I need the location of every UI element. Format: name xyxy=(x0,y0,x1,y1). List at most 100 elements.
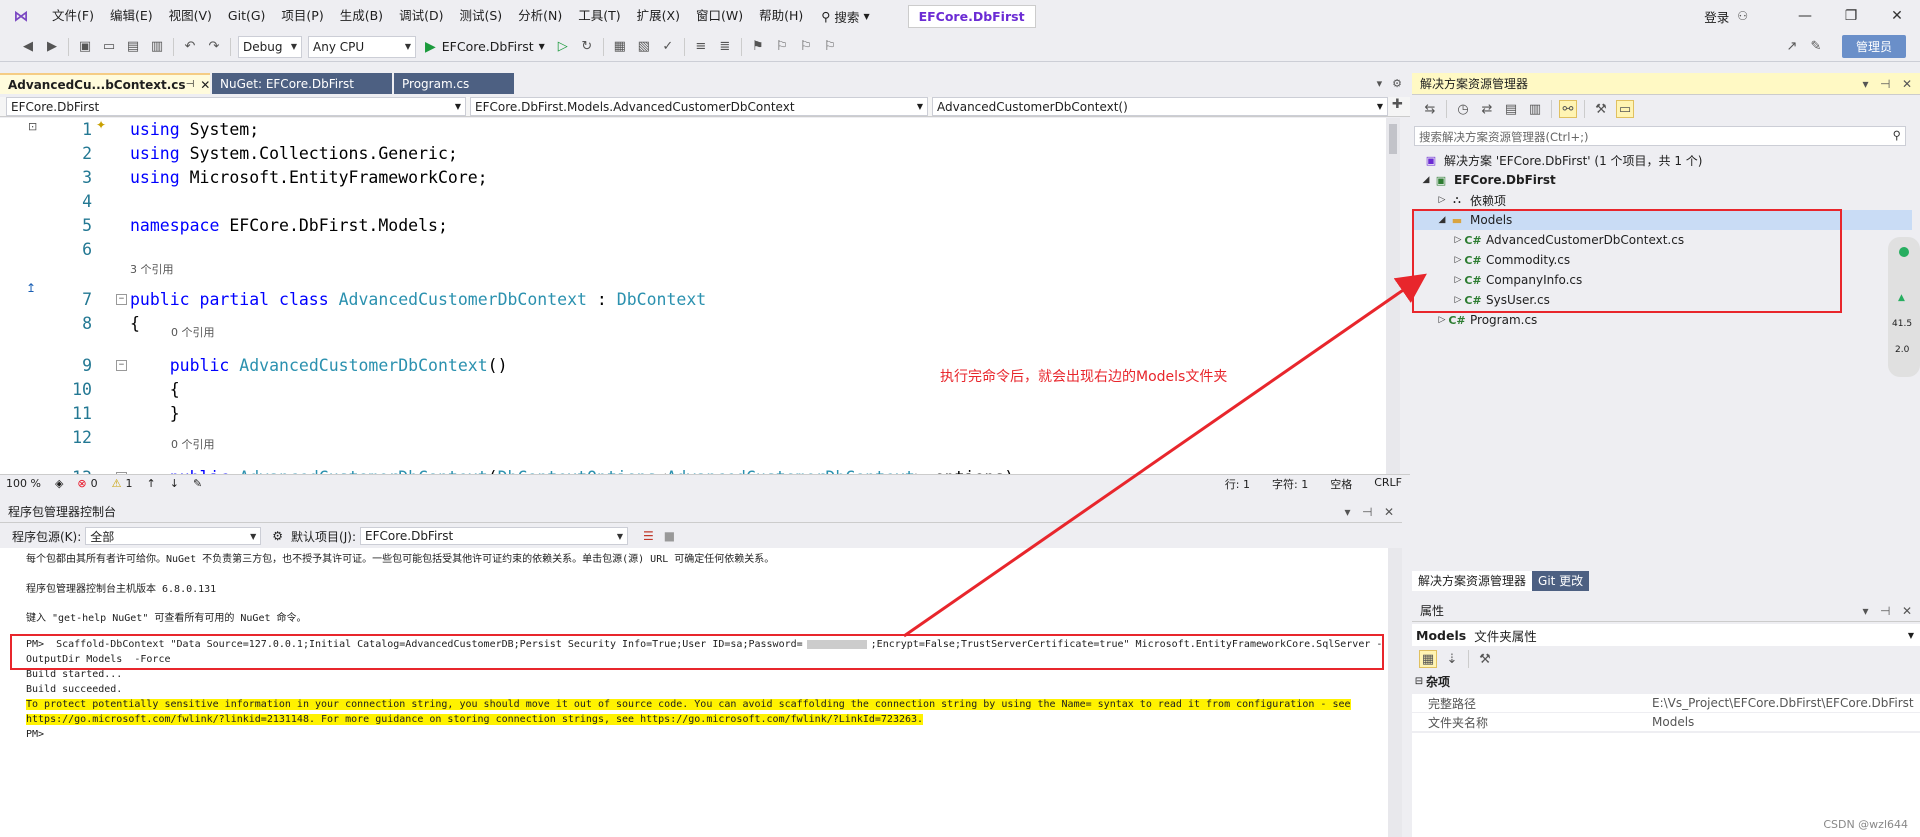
code-line[interactable]: 5 namespace EFCore.DbFirst.Models; xyxy=(0,214,1380,238)
menu-file[interactable]: 文件(F) xyxy=(44,0,102,32)
dropdown-icon[interactable]: ▾ xyxy=(1863,604,1869,618)
forward-icon[interactable]: ▶ xyxy=(43,38,61,56)
menu-project[interactable]: 项目(P) xyxy=(273,0,331,32)
code-line[interactable]: 4 xyxy=(0,190,1380,214)
down-arrow-icon[interactable]: ↓ xyxy=(170,477,179,490)
minimize-icon[interactable]: — xyxy=(1782,8,1828,24)
sync-icon[interactable]: ⇆ xyxy=(1421,100,1439,118)
property-category[interactable]: ⊟ 杂项 xyxy=(1412,672,1920,690)
platform-select[interactable]: Any CPU ▼ xyxy=(308,35,416,58)
error-count[interactable]: ⊗ 0 xyxy=(77,477,97,490)
code-line[interactable]: 11 } xyxy=(0,402,1380,426)
next-bookmark-icon[interactable]: ⚐ xyxy=(797,38,815,56)
up-arrow-icon[interactable]: ↑ xyxy=(147,477,156,490)
tree-solution[interactable]: ▣ 解决方案 'EFCore.DbFirst' (1 个项目，共 1 个) xyxy=(1412,150,1912,170)
code-line[interactable]: 7 − public partial class AdvancedCustomerD… xyxy=(0,288,1380,312)
codelens-refs[interactable]: 0 个引用 xyxy=(171,324,215,340)
show-all-files-icon[interactable]: ▥ xyxy=(1526,100,1544,118)
hot-reload-icon[interactable]: ↻ xyxy=(578,38,596,56)
menu-view[interactable]: 视图(V) xyxy=(161,0,220,32)
code-line[interactable]: 3 using Microsoft.EntityFrameworkCore; xyxy=(0,166,1380,190)
account-icon[interactable]: ⚇ xyxy=(1737,9,1748,23)
undo-icon[interactable]: ↶ xyxy=(181,38,199,56)
close-tab-icon[interactable]: ✕ xyxy=(200,78,210,92)
bookmark-icon[interactable]: ⚑ xyxy=(749,38,767,56)
properties-icon[interactable]: ⚒ xyxy=(1592,100,1610,118)
spell-icon[interactable]: ✓ xyxy=(659,38,677,56)
pmc-vertical-scrollbar[interactable] xyxy=(1388,548,1402,837)
menu-debug[interactable]: 调试(D) xyxy=(391,0,451,32)
scrollbar-thumb[interactable] xyxy=(1389,124,1397,154)
implementation-icon[interactable]: ↥ xyxy=(26,281,36,295)
admin-badge[interactable]: 管理员 xyxy=(1841,35,1906,58)
code-editor[interactable]: 1 using System; 2 using System.Collections.… xyxy=(0,118,1400,474)
menu-extensions[interactable]: 扩展(X) xyxy=(629,0,688,32)
lightbulb-icon[interactable]: ✦ xyxy=(96,118,106,132)
open-icon[interactable]: ▭ xyxy=(100,38,118,56)
start-without-debug-icon[interactable]: ▷ xyxy=(554,38,572,56)
run-button[interactable]: ▶ EFCore.DbFirst ▼ xyxy=(425,39,545,55)
pending-changes-icon[interactable]: ◷ xyxy=(1454,100,1472,118)
default-project-select[interactable]: EFCore.DbFirst ▼ xyxy=(360,527,628,545)
tab-nuget[interactable]: NuGet: EFCore.DbFirst xyxy=(212,73,392,94)
collapse-all-icon[interactable]: ▤ xyxy=(1502,100,1520,118)
menu-analyze[interactable]: 分析(N) xyxy=(510,0,570,32)
zoom-level[interactable]: 100 % xyxy=(6,477,41,490)
property-pages-icon[interactable]: ⚒ xyxy=(1476,650,1494,668)
close-icon[interactable]: ✕ xyxy=(1874,8,1920,24)
pin-icon[interactable]: ⊣ xyxy=(186,79,195,90)
property-row[interactable]: 文件夹名称 Models xyxy=(1412,713,1920,731)
brush-icon[interactable]: ✎ xyxy=(193,477,202,490)
codelens-refs[interactable]: 3 个引用 xyxy=(130,261,174,277)
fold-toggle-icon[interactable]: − xyxy=(116,360,127,371)
clear-console-icon[interactable]: ☰ xyxy=(643,529,654,543)
tab-solution-explorer[interactable]: 解决方案资源管理器 xyxy=(1412,571,1533,591)
code-line[interactable]: 13− public AdvancedCustomerDbContext(DbC… xyxy=(0,466,1380,474)
menu-build[interactable]: 生成(B) xyxy=(332,0,391,32)
pmc-output[interactable]: 每个包都由其所有者许可给你。NuGet 不负责第三方包，也不授予其许可证。一些包… xyxy=(0,548,1388,837)
menu-test[interactable]: 测试(S) xyxy=(451,0,510,32)
whitespace-indicator[interactable]: 空格 xyxy=(1330,476,1352,492)
collapsed-icon[interactable]: ▷ xyxy=(1436,315,1448,325)
close-icon[interactable]: ✕ xyxy=(1902,77,1912,91)
code-line[interactable]: 6 xyxy=(0,238,1380,262)
properties-object-select[interactable]: Models 文件夹属性 ▼ xyxy=(1412,624,1920,646)
categorized-icon[interactable]: ▦ xyxy=(1419,650,1437,668)
dropdown-icon[interactable]: ▾ xyxy=(1863,77,1869,91)
comment-icon[interactable]: ≡ xyxy=(692,38,710,56)
preview-icon[interactable]: ▭ xyxy=(1616,100,1634,118)
save-all-icon[interactable]: ▥ xyxy=(148,38,166,56)
uncomment-icon[interactable]: ≣ xyxy=(716,38,734,56)
browse-icon[interactable]: ▦ xyxy=(611,38,629,56)
share-icon[interactable]: ↗ xyxy=(1783,38,1801,56)
tab-list-icon[interactable]: ▾ xyxy=(1377,77,1383,90)
collapse-icon[interactable]: ⊟ xyxy=(1412,676,1426,687)
close-icon[interactable]: ✕ xyxy=(1384,505,1394,519)
login-link[interactable]: 登录 xyxy=(1704,7,1729,26)
dropdown-icon[interactable]: ▾ xyxy=(1345,505,1351,519)
layout-icon[interactable]: ▧ xyxy=(635,38,653,56)
menu-edit[interactable]: 编辑(E) xyxy=(102,0,161,32)
filter-icon[interactable]: ⚯ xyxy=(1559,100,1577,118)
refresh-icon[interactable]: ⇄ xyxy=(1478,100,1496,118)
tab-program[interactable]: Program.cs xyxy=(394,73,514,94)
menu-window[interactable]: 窗口(W) xyxy=(688,0,751,32)
pin-icon[interactable]: ⊣ xyxy=(1880,604,1890,618)
tree-project[interactable]: ◢ ▣ EFCore.DbFirst xyxy=(1412,170,1912,190)
quick-actions-icon[interactable]: ⊡ xyxy=(28,120,37,133)
visual-studio-logo-icon[interactable]: ⋈ xyxy=(10,7,32,25)
package-source-select[interactable]: 全部 ▼ xyxy=(85,527,262,545)
editor-vertical-scrollbar[interactable] xyxy=(1386,118,1400,474)
solution-explorer-search-input[interactable]: 搜索解决方案资源管理器(Ctrl+;) ⚲ xyxy=(1414,126,1906,146)
alphabetical-icon[interactable]: ⇣ xyxy=(1443,650,1461,668)
search-box[interactable]: ⚲ 搜索 ▼ xyxy=(811,7,879,26)
redo-icon[interactable]: ↷ xyxy=(205,38,223,56)
health-icon[interactable]: ◈ xyxy=(55,477,63,490)
menu-tools[interactable]: 工具(T) xyxy=(570,0,628,32)
warning-count[interactable]: ⚠ 1 xyxy=(112,477,133,490)
expanded-icon[interactable]: ◢ xyxy=(1420,175,1432,185)
settings-icon[interactable]: ⚙ xyxy=(272,529,283,543)
restore-icon[interactable]: ❐ xyxy=(1828,8,1874,24)
close-icon[interactable]: ✕ xyxy=(1902,604,1912,618)
new-project-icon[interactable]: ▣ xyxy=(76,38,94,56)
